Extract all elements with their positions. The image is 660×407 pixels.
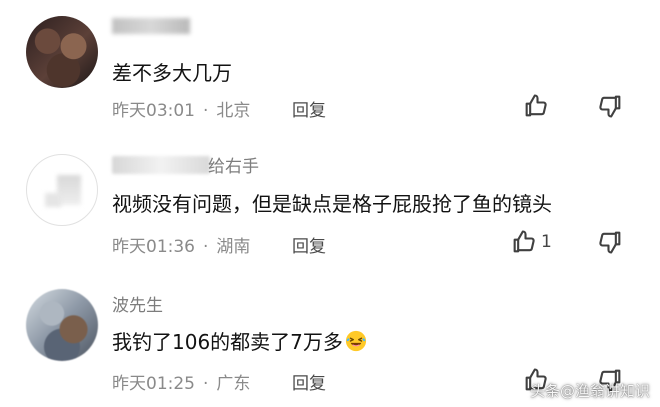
thumb-down-icon[interactable] [596, 228, 624, 256]
separator-dot: · [203, 237, 209, 257]
reply-button[interactable]: 回复 [292, 96, 326, 121]
comment-meta: 昨天03:01 · 北京 [112, 96, 250, 121]
comment-time: 昨天03:01 [112, 101, 195, 121]
username-blurred [112, 156, 210, 174]
username-blurred [112, 18, 190, 34]
avatar-blur [45, 193, 61, 207]
comment-content: 差不多大几万 [112, 61, 232, 85]
thumb-down-icon[interactable] [596, 92, 624, 120]
comment-text: 我钓了106的都卖了7万多 [112, 330, 343, 354]
avatar[interactable] [26, 16, 98, 88]
comment-location: 湖南 [216, 237, 251, 257]
laughing-emoji-icon [345, 330, 367, 352]
reply-button[interactable]: 回复 [292, 369, 326, 394]
reply-button[interactable]: 回复 [292, 232, 326, 257]
like-count: 1 [541, 232, 552, 252]
separator-dot: · [203, 374, 209, 394]
username-suffix: 给右手 [208, 157, 259, 177]
avatar[interactable] [26, 154, 98, 226]
thumb-up-icon[interactable] [522, 92, 550, 120]
comment-location: 北京 [216, 101, 251, 121]
comment-content: 视频没有问题，但是缺点是格子屁股抢了鱼的镜头 [112, 192, 552, 216]
separator-dot: · [203, 101, 209, 121]
comment-meta: 昨天01:25 · 广东 [112, 369, 250, 394]
comment-location: 广东 [216, 374, 251, 394]
comment-content: 我钓了106的都卖了7万多 [112, 326, 367, 355]
thumb-up-icon[interactable] [510, 228, 538, 256]
avatar[interactable] [26, 289, 98, 361]
watermark: 头条@渔翁讲知识 [529, 382, 650, 400]
username[interactable]: 波先生 [112, 291, 163, 316]
comment-meta: 昨天01:36 · 湖南 [112, 232, 250, 257]
comment-time: 昨天01:25 [112, 374, 195, 394]
comment-time: 昨天01:36 [112, 237, 195, 257]
